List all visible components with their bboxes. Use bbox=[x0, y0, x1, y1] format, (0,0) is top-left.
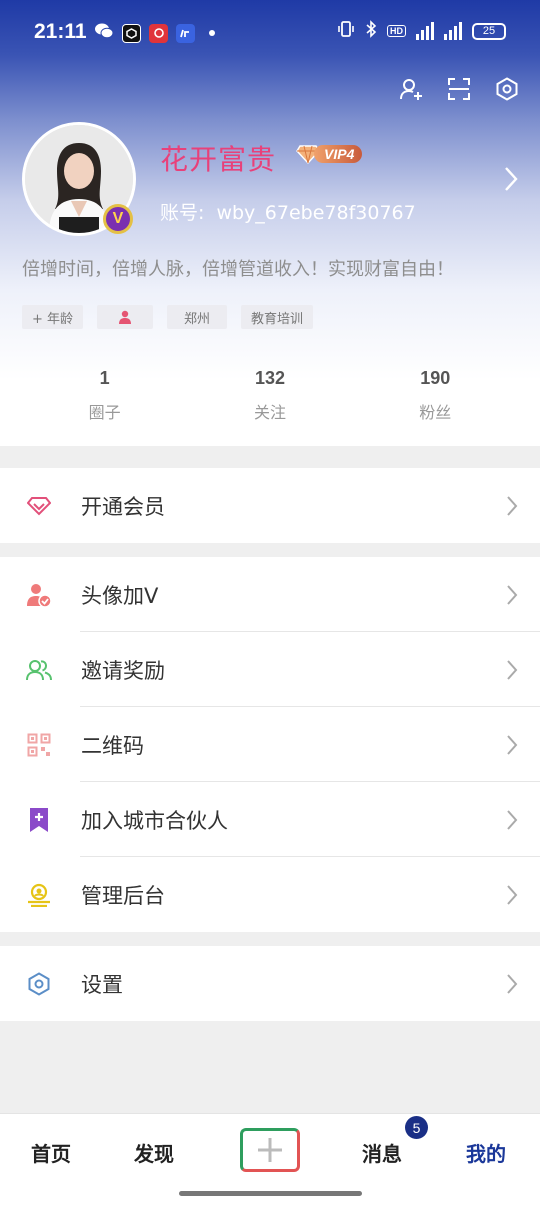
chevron-right-icon bbox=[506, 973, 518, 999]
chevron-right-icon bbox=[506, 584, 518, 610]
chevron-right-icon bbox=[506, 809, 518, 835]
tag-age[interactable]: + 年龄 bbox=[22, 305, 84, 329]
app-cube-icon bbox=[122, 23, 141, 43]
signal-icon-1 bbox=[416, 22, 434, 40]
admin-icon bbox=[26, 882, 52, 908]
menu-label: 加入城市合伙人 bbox=[81, 808, 228, 833]
publish-button[interactable] bbox=[240, 1128, 300, 1172]
status-notification-icons bbox=[94, 22, 215, 44]
account-line: 账号: wby_67ebe78f30767 bbox=[160, 198, 416, 225]
menu-group-features: 头像加V 邀请奖励 二维码 加入城市合伙人 管理后台 bbox=[0, 557, 540, 932]
tag-gender[interactable] bbox=[97, 305, 154, 329]
stat-value: 132 bbox=[254, 368, 285, 388]
vip-badge: VIP4 bbox=[296, 143, 363, 165]
tag-industry[interactable]: 教育培训 bbox=[241, 305, 314, 329]
nav-discover[interactable]: 发现 bbox=[134, 1138, 174, 1167]
messages-badge: 5 bbox=[405, 1116, 428, 1139]
status-system-icons: HD 25 bbox=[337, 20, 506, 42]
account-label: 账号: bbox=[160, 202, 205, 224]
stat-following[interactable]: 132 关注 bbox=[210, 368, 330, 423]
menu-label: 设置 bbox=[81, 972, 123, 997]
menu-label: 管理后台 bbox=[81, 883, 165, 908]
nav-messages[interactable]: 消息 bbox=[362, 1138, 402, 1167]
diamond-icon bbox=[26, 493, 52, 519]
menu-group-membership: 开通会员 bbox=[0, 468, 540, 543]
chevron-right-icon bbox=[506, 495, 518, 521]
status-bar: 21:11 HD 25 bbox=[0, 0, 540, 64]
qrcode-icon bbox=[26, 732, 52, 758]
home-indicator[interactable] bbox=[179, 1191, 362, 1196]
profile-stats: 1 圈子 132 关注 190 粉丝 bbox=[22, 368, 518, 423]
stat-circles[interactable]: 1 圈子 bbox=[45, 368, 165, 423]
menu-item-avatar-v[interactable]: 头像加V bbox=[0, 557, 540, 632]
menu-item-qrcode[interactable]: 二维码 bbox=[0, 707, 540, 782]
settings-icon[interactable] bbox=[494, 76, 520, 102]
chevron-right-icon bbox=[506, 734, 518, 760]
profile-chevron-right-icon[interactable] bbox=[504, 166, 518, 196]
person-icon bbox=[119, 310, 132, 324]
vibrate-icon bbox=[337, 20, 355, 42]
menu-label: 头像加V bbox=[81, 583, 159, 608]
bookmark-plus-icon bbox=[26, 807, 52, 833]
account-id: wby_67ebe78f30767 bbox=[216, 202, 416, 224]
menu-item-admin[interactable]: 管理后台 bbox=[0, 857, 540, 932]
hd-voice-icon: HD bbox=[387, 25, 406, 37]
users-icon bbox=[26, 657, 52, 683]
stat-value: 190 bbox=[420, 368, 451, 388]
vip-level: VIP4 bbox=[314, 145, 363, 163]
stat-label: 圈子 bbox=[88, 403, 121, 422]
add-friend-icon[interactable] bbox=[398, 76, 424, 102]
menu-label: 二维码 bbox=[81, 733, 144, 758]
nav-home[interactable]: 首页 bbox=[31, 1138, 71, 1167]
user-verify-icon bbox=[26, 582, 52, 608]
stat-label: 粉丝 bbox=[419, 403, 452, 422]
status-time: 21:11 bbox=[34, 20, 87, 43]
stat-followers[interactable]: 190 粉丝 bbox=[375, 368, 495, 423]
battery-icon: 25 bbox=[472, 22, 506, 40]
signal-icon-2 bbox=[444, 22, 462, 40]
chevron-right-icon bbox=[506, 659, 518, 685]
chevron-right-icon bbox=[506, 884, 518, 910]
app-red-icon bbox=[149, 23, 168, 43]
notification-dot bbox=[209, 30, 215, 36]
tag-city[interactable]: 郑州 bbox=[167, 305, 228, 329]
scan-icon[interactable] bbox=[446, 76, 472, 102]
profile-header: 21:11 HD 25 V 花开富贵 VIP4 账号: wby_67ebe78f… bbox=[0, 0, 540, 446]
stat-label: 关注 bbox=[253, 403, 286, 422]
nickname: 花开富贵 bbox=[160, 143, 277, 176]
verified-v-badge: V bbox=[103, 204, 133, 234]
menu-item-settings[interactable]: 设置 bbox=[0, 946, 540, 1021]
profile-signature: 倍增时间，倍增人脉，倍增管道收入！实现财富自由！ bbox=[22, 259, 454, 280]
menu-item-city-partner[interactable]: 加入城市合伙人 bbox=[0, 782, 540, 857]
menu-item-membership[interactable]: 开通会员 bbox=[0, 468, 540, 543]
menu-group-settings: 设置 bbox=[0, 946, 540, 1021]
bluetooth-icon bbox=[365, 20, 377, 42]
app-blue-icon bbox=[176, 23, 195, 43]
nav-mine[interactable]: 我的 bbox=[466, 1138, 506, 1167]
wechat-icon bbox=[94, 22, 114, 44]
header-actions bbox=[398, 76, 520, 102]
plus-icon bbox=[258, 1138, 282, 1162]
menu-label: 开通会员 bbox=[81, 494, 165, 519]
stat-value: 1 bbox=[99, 368, 110, 388]
hexagon-settings-icon bbox=[26, 971, 52, 997]
menu-item-invite[interactable]: 邀请奖励 bbox=[0, 632, 540, 707]
menu-label: 邀请奖励 bbox=[81, 658, 165, 683]
profile-tags: + 年龄 郑州 教育培训 bbox=[22, 305, 314, 329]
